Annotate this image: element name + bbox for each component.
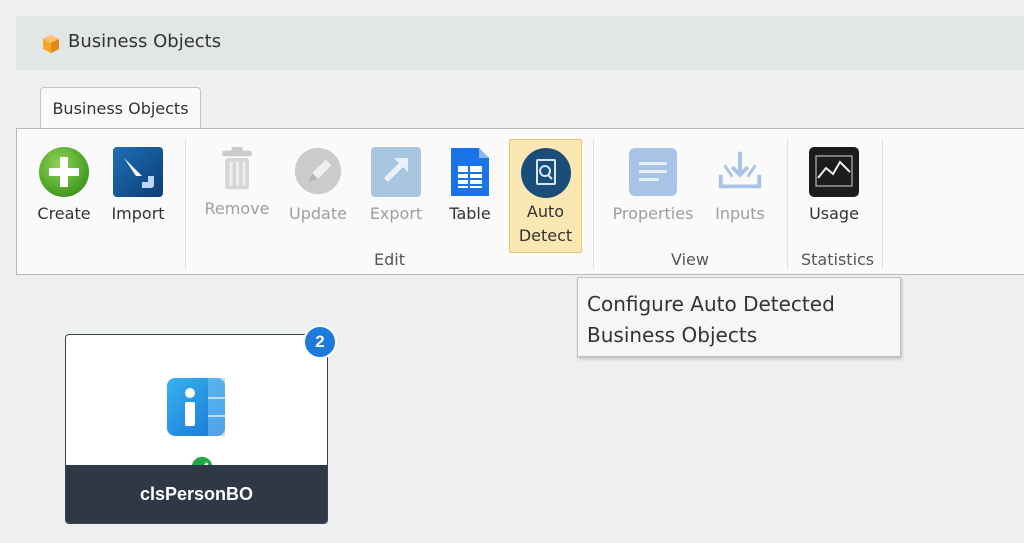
table-label: Table xyxy=(449,204,491,223)
inputs-label: Inputs xyxy=(715,204,765,223)
update-button[interactable]: Update xyxy=(283,143,353,233)
group-label-edit: Edit xyxy=(374,250,405,269)
usage-label: Usage xyxy=(809,204,859,223)
separator xyxy=(185,139,186,269)
cube-icon xyxy=(43,35,59,53)
ribbon: Create Import Remove Update Export Table… xyxy=(16,128,1024,275)
properties-icon xyxy=(629,148,677,196)
auto-detect-label-line1: Auto xyxy=(526,202,565,221)
update-label: Update xyxy=(289,204,347,223)
tooltip-line1: Configure Auto Detected xyxy=(587,292,835,316)
auto-detect-tooltip: Configure Auto Detected Business Objects xyxy=(577,277,901,357)
chart-icon xyxy=(809,147,859,197)
properties-label: Properties xyxy=(612,204,694,223)
card-title: clsPersonBO xyxy=(66,465,327,523)
import-icon xyxy=(113,147,163,197)
auto-detect-label-line2: Detect xyxy=(518,226,573,245)
count-badge: 2 xyxy=(303,325,337,359)
inputs-button[interactable]: Inputs xyxy=(705,143,775,233)
import-label: Import xyxy=(111,204,165,223)
page-title: Business Objects xyxy=(68,31,222,52)
info-icon xyxy=(167,378,225,436)
create-button[interactable]: Create xyxy=(29,143,99,233)
export-label: Export xyxy=(369,204,423,223)
export-icon xyxy=(371,147,421,197)
plus-circle-icon xyxy=(39,147,89,197)
table-button[interactable]: Table xyxy=(435,143,505,233)
create-label: Create xyxy=(37,204,91,223)
import-button[interactable]: Import xyxy=(103,143,173,233)
title-bar: Business Objects xyxy=(16,16,1024,70)
auto-detect-button[interactable]: Auto Detect xyxy=(509,139,582,253)
export-button[interactable]: Export xyxy=(361,143,431,233)
usage-button[interactable]: Usage xyxy=(799,143,869,233)
remove-label: Remove xyxy=(204,199,270,218)
table-icon xyxy=(451,148,489,196)
business-object-card[interactable]: clsPersonBO xyxy=(65,334,328,524)
tab-business-objects[interactable]: Business Objects xyxy=(40,87,201,128)
properties-button[interactable]: Properties xyxy=(610,143,696,233)
separator xyxy=(593,139,594,269)
separator xyxy=(787,139,788,269)
inputs-icon xyxy=(718,151,762,189)
separator xyxy=(882,139,883,269)
group-label-statistics: Statistics xyxy=(801,250,875,269)
tooltip-line2: Business Objects xyxy=(587,323,758,347)
auto-detect-icon xyxy=(521,148,571,198)
trash-icon xyxy=(222,147,252,190)
group-label-view: View xyxy=(671,250,709,269)
remove-button[interactable]: Remove xyxy=(201,143,273,233)
pencil-icon xyxy=(294,147,342,195)
